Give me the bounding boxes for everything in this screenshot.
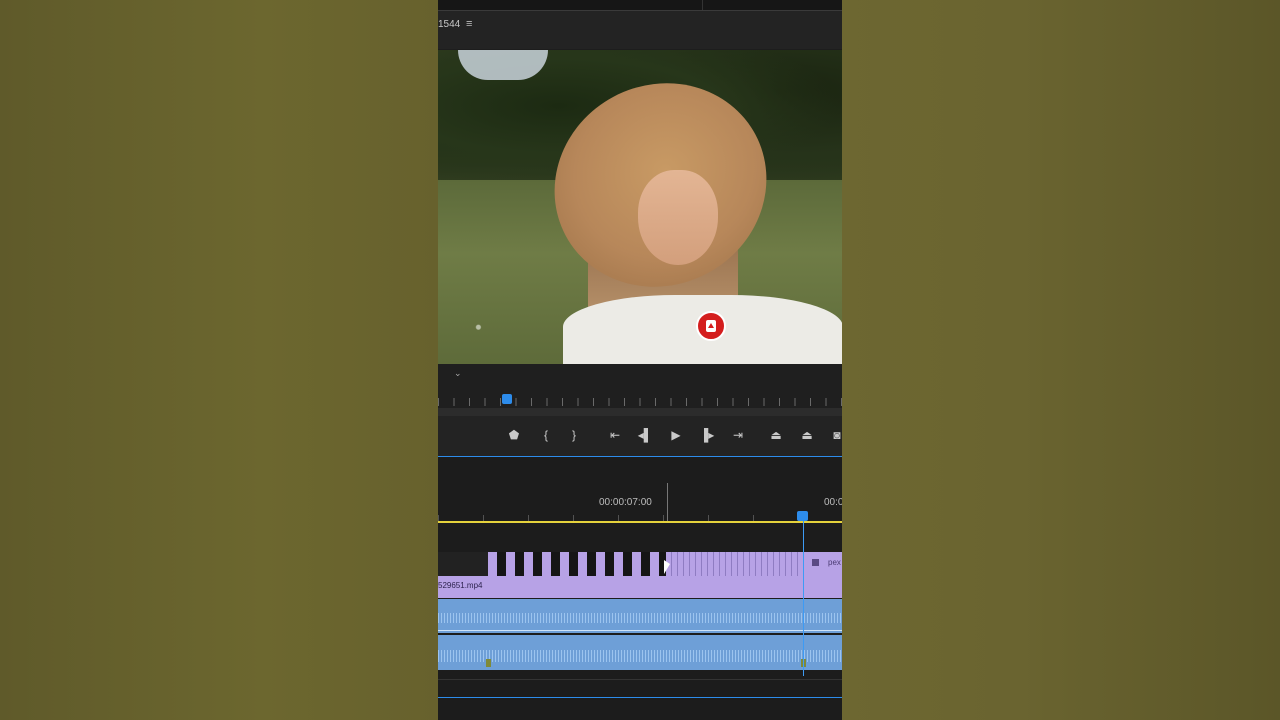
step-forward-button[interactable]: ▐▸ [696, 426, 718, 444]
work-area-bar[interactable] [438, 521, 842, 523]
divider [702, 0, 703, 10]
mark-out-button[interactable]: } [563, 426, 585, 444]
play-button[interactable]: ▶ [665, 426, 687, 444]
hamburger-menu-icon[interactable]: ≡ [466, 18, 472, 30]
record-badge-inner [706, 320, 716, 332]
program-monitor-video[interactable] [438, 50, 842, 364]
video-clip-next[interactable]: pex [804, 552, 842, 576]
ruler-ticks [438, 398, 842, 406]
monitor-playhead[interactable] [502, 394, 512, 404]
mark-in-button[interactable]: { [535, 426, 557, 444]
transport-controls: ⬟ { } ⇤ ◂▌ ▶ ▐▸ ⇥ ⏏ ⏏ ◙ [438, 416, 842, 456]
timecode-label-2: 00:0 [824, 497, 842, 508]
clip-name-main: 529651.mp4 [438, 581, 483, 590]
keyframe-marker[interactable] [486, 659, 491, 667]
video-track-empty [438, 552, 489, 576]
program-monitor-header: 1544 ≡ [438, 11, 842, 49]
record-badge-icon [696, 311, 726, 341]
audio-level-line [438, 630, 842, 631]
premiere-vertical-view: 1544 ≡ ⌄ ⬟ { } ⇤ ◂▌ ▶ ▐▸ ⇥ ⏏ ⏏ ◙ 00:00:0… [438, 0, 842, 720]
blurred-background-left [0, 0, 438, 720]
video-clip-main[interactable]: 529651.mp4 [438, 576, 842, 598]
lift-button[interactable]: ⏏ [765, 426, 787, 444]
go-to-out-button[interactable]: ⇥ [727, 426, 749, 444]
audio-clip-2[interactable] [438, 635, 842, 670]
timeline-playhead[interactable] [797, 511, 808, 521]
video-clip-segments-fine[interactable] [666, 552, 804, 576]
timecode-label: 00:00:07:00 [599, 497, 652, 508]
step-back-button[interactable]: ◂▌ [634, 426, 656, 444]
ruler-track [438, 408, 842, 416]
blurred-background-right [842, 0, 1280, 720]
audio-waveform-1 [438, 613, 842, 623]
top-strip [438, 0, 842, 11]
fit-bar: ⌄ [438, 364, 842, 386]
track-divider [438, 679, 842, 680]
video-face [638, 170, 718, 265]
go-to-in-button[interactable]: ⇤ [604, 426, 626, 444]
audio-waveform-2 [438, 650, 842, 662]
timeline-playhead-line [803, 521, 804, 676]
chevron-down-icon[interactable]: ⌄ [454, 368, 462, 379]
mouse-pointer-icon [664, 560, 670, 574]
export-frame-button[interactable]: ◙ [826, 426, 842, 444]
monitor-mini-ruler[interactable] [438, 386, 842, 416]
extract-button[interactable]: ⏏ [796, 426, 818, 444]
timeline-bottom-line [438, 697, 842, 698]
add-marker-button[interactable]: ⬟ [503, 426, 525, 444]
audio-clip-1[interactable] [438, 599, 842, 633]
timeline-panel: 00:00:07:00 00:0 pex 529651.mp4 [438, 457, 842, 720]
clip-name-next: pex [828, 558, 841, 567]
sequence-label: 1544 [438, 19, 461, 30]
fx-badge-icon [812, 559, 819, 566]
